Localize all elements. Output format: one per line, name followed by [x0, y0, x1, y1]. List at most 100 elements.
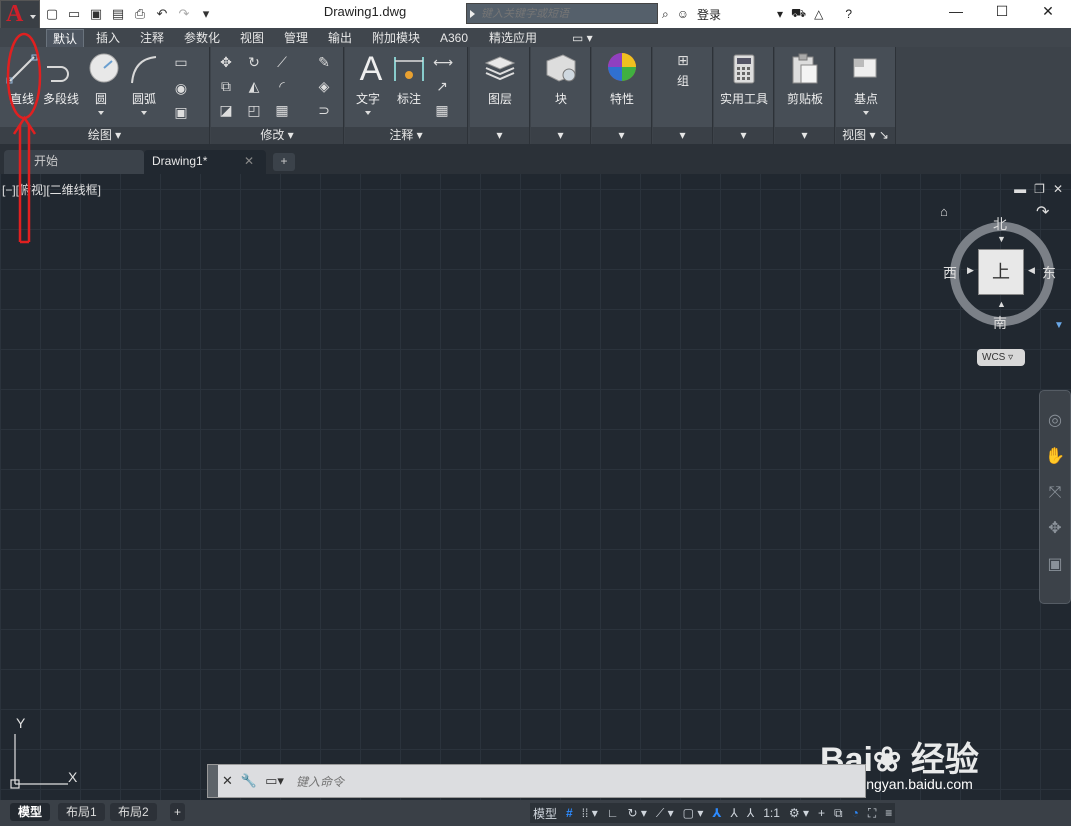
- user-icon[interactable]: ☺: [677, 7, 689, 21]
- menu-icon[interactable]: ≡: [882, 806, 895, 820]
- clipboard-button[interactable]: 剪贴板: [783, 51, 827, 107]
- chevron-down-icon[interactable]: ▼: [1054, 320, 1064, 331]
- modify-panel-title[interactable]: 修改 ▾: [211, 127, 343, 144]
- ribbon-toggle-icon[interactable]: ▭ ▾: [566, 29, 599, 47]
- offset-icon[interactable]: ⊃: [315, 101, 333, 119]
- viewcube-face-top[interactable]: 上: [978, 249, 1024, 295]
- minimize-icon[interactable]: ▬: [1014, 182, 1026, 196]
- rectangle-icon[interactable]: ▭: [172, 53, 190, 71]
- compass-west[interactable]: 西: [943, 263, 957, 283]
- arrow-up-icon[interactable]: ▲: [997, 299, 1006, 309]
- fillet-icon[interactable]: ◜: [273, 77, 291, 95]
- add-layout-button[interactable]: +: [170, 803, 186, 821]
- pan-icon[interactable]: ✋: [1040, 439, 1070, 475]
- minimize-icon[interactable]: —: [933, 0, 979, 24]
- drawing-canvas[interactable]: [−][俯视][二维线框] ▬ ❐ ✕: [0, 174, 1071, 800]
- hardware-accel-icon[interactable]: ◔: [849, 806, 862, 820]
- chevron-down-icon[interactable]: ▾: [777, 7, 783, 21]
- binoculars-icon[interactable]: ⌕: [662, 7, 669, 22]
- plus-icon[interactable]: +: [815, 806, 828, 820]
- block-panel-title[interactable]: ▾: [531, 127, 590, 144]
- fullscreen-icon[interactable]: ⛶: [865, 806, 879, 821]
- showmotion-icon[interactable]: ▣: [1040, 547, 1070, 583]
- scale-selector[interactable]: 1:1: [760, 806, 783, 820]
- chevron-down-icon[interactable]: [365, 111, 371, 115]
- mirror-icon[interactable]: ◭: [245, 77, 263, 95]
- viewcube[interactable]: ⌂ ↷ 上 北 南 东 西 ▼ ▲ ▶ ◀ ▼ WCS ▿: [940, 204, 1065, 370]
- utilities-button[interactable]: 实用工具: [718, 51, 770, 107]
- arc-button[interactable]: 圆弧: [126, 51, 162, 115]
- copy-icon[interactable]: ⧉: [217, 77, 235, 95]
- tab-featured-apps[interactable]: 精选应用: [483, 29, 543, 47]
- stretch-icon[interactable]: ◪: [217, 101, 235, 119]
- object-snap-icon[interactable]: ▢ ▾: [680, 806, 707, 820]
- home-icon[interactable]: ⌂: [940, 204, 948, 219]
- print-icon[interactable]: ⎙: [130, 5, 150, 23]
- properties-panel-title[interactable]: ▾: [592, 127, 651, 144]
- close-icon[interactable]: ✕: [1025, 0, 1071, 24]
- annotation-visibility-icon[interactable]: ⅄: [709, 806, 724, 820]
- text-button[interactable]: A 文字: [353, 51, 383, 115]
- auto-scale-icon[interactable]: ⅄: [744, 806, 757, 820]
- hatch-icon[interactable]: ◉: [172, 79, 190, 97]
- redo-icon[interactable]: ↷: [174, 5, 194, 23]
- groups-panel-title[interactable]: ▾: [653, 127, 712, 144]
- snap-icon[interactable]: ⁞⁞ ▾: [579, 806, 601, 820]
- chevron-down-icon[interactable]: [863, 111, 869, 115]
- scale-icon[interactable]: ◰: [245, 101, 263, 119]
- tab-insert[interactable]: 插入: [90, 29, 126, 47]
- application-menu-button[interactable]: A: [0, 0, 40, 30]
- new-file-icon[interactable]: ▢: [42, 5, 62, 23]
- search-box[interactable]: [466, 3, 658, 24]
- tab-view[interactable]: 视图: [234, 29, 270, 47]
- close-icon[interactable]: ✕: [222, 773, 233, 789]
- tab-output[interactable]: 输出: [322, 29, 358, 47]
- erase-icon[interactable]: ✎: [315, 53, 333, 71]
- wrench-icon[interactable]: 🔧: [241, 773, 257, 789]
- tab-manage[interactable]: 管理: [278, 29, 314, 47]
- save-icon[interactable]: ▣: [86, 5, 106, 23]
- utilities-panel-title[interactable]: ▾: [714, 127, 773, 144]
- undo-icon[interactable]: ↶: [152, 5, 172, 23]
- polar-icon[interactable]: ↻ ▾: [624, 806, 649, 820]
- arrow-right-icon[interactable]: ▶: [967, 265, 974, 276]
- tab-drawing1[interactable]: Drawing1* ✕: [144, 150, 266, 174]
- layers-panel-title[interactable]: ▾: [470, 127, 529, 144]
- maximize-icon[interactable]: ☐: [979, 0, 1025, 24]
- line-button[interactable]: 直线: [4, 51, 40, 107]
- viewport-controls-label[interactable]: [−][俯视][二维线框]: [2, 181, 101, 198]
- tab-annotate[interactable]: 注释: [134, 29, 170, 47]
- grid-icon[interactable]: #: [563, 806, 576, 820]
- compass-north[interactable]: 北: [993, 214, 1007, 234]
- layers-button[interactable]: 图层: [482, 51, 518, 107]
- tab-home[interactable]: 默认: [46, 29, 85, 47]
- move-icon[interactable]: ✥: [217, 53, 235, 71]
- a360-icon[interactable]: △: [814, 7, 823, 21]
- trim-icon[interactable]: ⟋: [273, 53, 291, 71]
- view-panel-title[interactable]: 视图 ▾ ↘: [836, 127, 895, 144]
- clipboard-panel-title[interactable]: ▾: [775, 127, 834, 144]
- block-button[interactable]: 块: [543, 51, 579, 107]
- arrow-left-icon[interactable]: ◀: [1028, 265, 1035, 276]
- dimension-button[interactable]: 标注: [391, 51, 427, 107]
- annotation-panel-title[interactable]: 注释 ▾: [345, 127, 467, 144]
- boundary-icon[interactable]: ▣: [172, 103, 190, 121]
- orbit-icon[interactable]: ✥: [1040, 511, 1070, 547]
- customize-qat-icon[interactable]: ▾: [196, 5, 216, 23]
- compass-east[interactable]: 东: [1042, 263, 1056, 283]
- tab-layout2[interactable]: 布局2: [110, 803, 157, 821]
- cart-icon[interactable]: ⛟: [791, 6, 806, 22]
- tab-a360[interactable]: A360: [434, 29, 474, 47]
- rotate-arrows-icon[interactable]: ↷: [1036, 202, 1049, 222]
- properties-button[interactable]: 特性: [604, 51, 640, 107]
- command-input[interactable]: [296, 773, 716, 790]
- help-icon[interactable]: ?: [845, 7, 852, 21]
- new-tab-button[interactable]: +: [273, 153, 295, 171]
- restore-icon[interactable]: ❐: [1034, 182, 1045, 196]
- close-icon[interactable]: ✕: [244, 150, 254, 172]
- gear-icon[interactable]: ⚙ ▾: [786, 806, 812, 820]
- expand-arrow-icon[interactable]: [470, 10, 475, 18]
- chevron-down-icon[interactable]: [98, 111, 104, 115]
- groups-button[interactable]: ⊞ 组: [665, 51, 701, 89]
- open-folder-icon[interactable]: ▭: [64, 5, 84, 23]
